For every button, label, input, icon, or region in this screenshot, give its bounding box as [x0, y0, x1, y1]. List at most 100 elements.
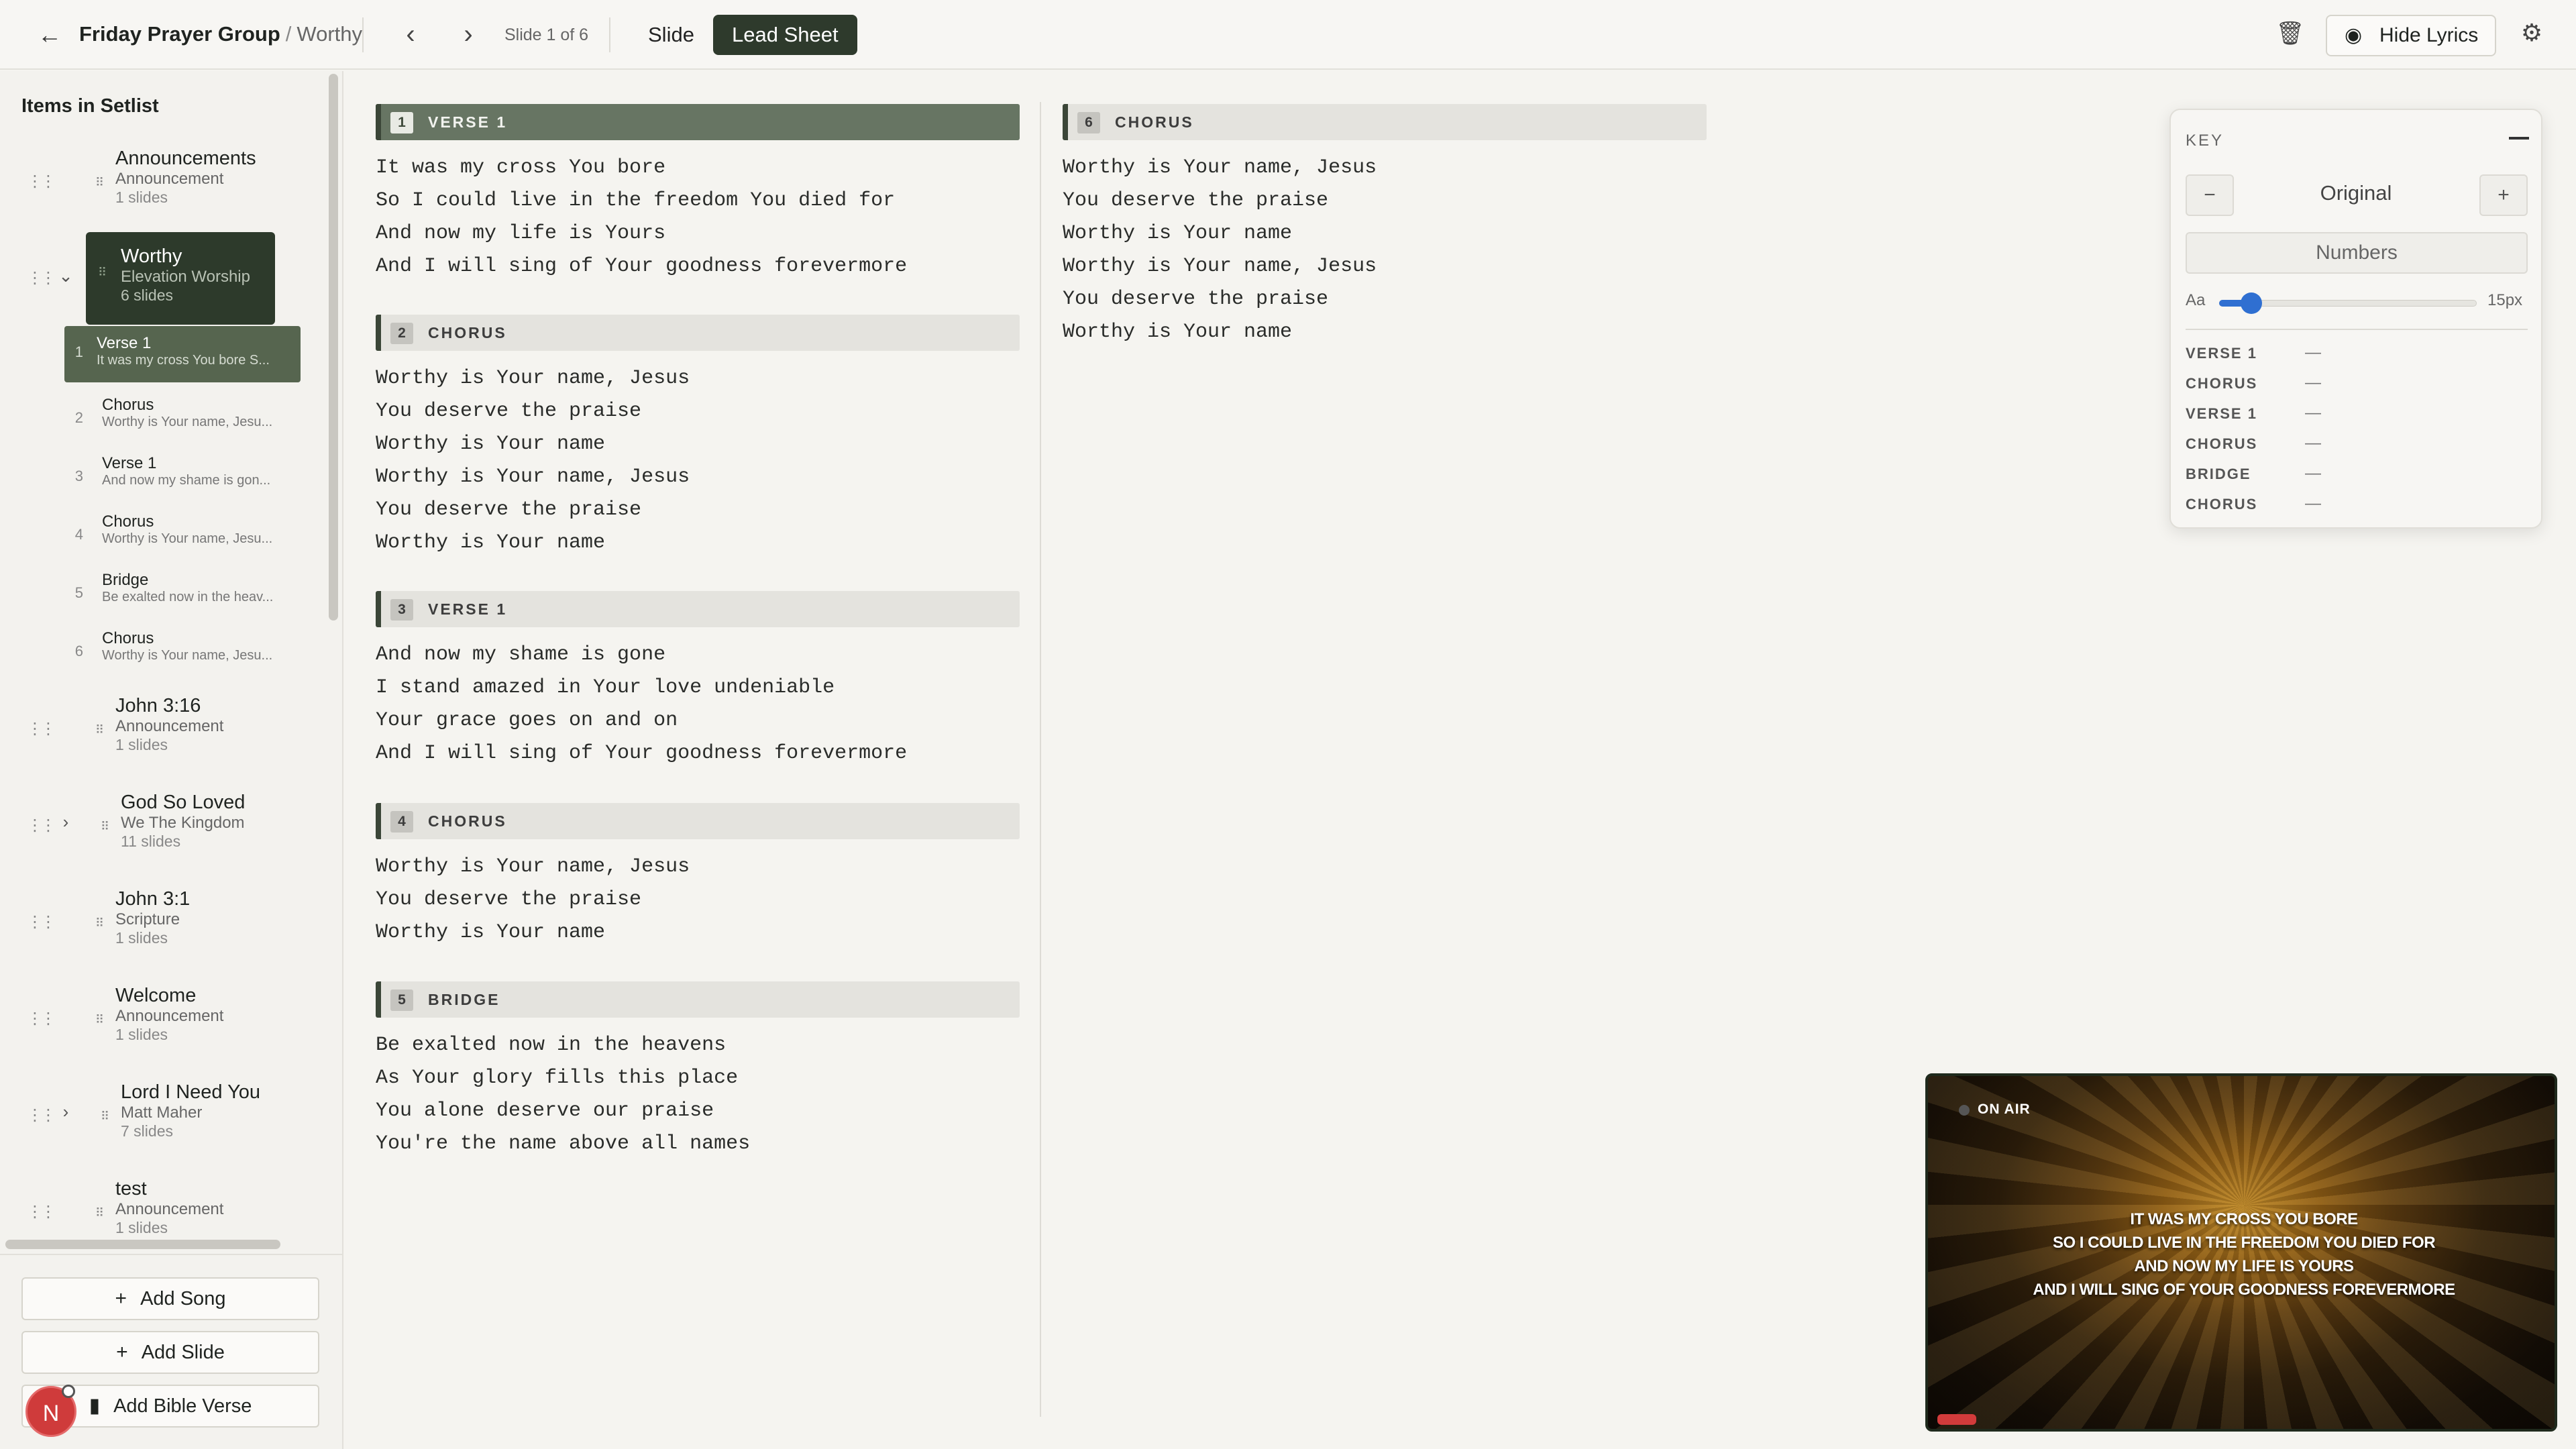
section-accent	[376, 315, 381, 351]
lyric-line: And now my life is Yours	[376, 222, 666, 245]
gear-icon[interactable]: ⚙	[2517, 19, 2546, 47]
lyric-line: Worthy is Your name, Jesus	[1063, 255, 1377, 278]
section-key-value[interactable]: —	[2305, 464, 2321, 483]
lyric-line: And I will sing of Your goodness forever…	[376, 742, 908, 765]
drag-handle-icon[interactable]: ⋮⋮	[27, 816, 56, 835]
section-label: CHORUS	[1115, 113, 1194, 131]
chevron-down-icon[interactable]: ⌄	[58, 266, 74, 286]
lyric-line: And I will sing of Your goodness forever…	[376, 255, 908, 278]
section-key-value[interactable]: —	[2305, 494, 2321, 513]
drag-handle-icon[interactable]: ⋮⋮	[27, 912, 56, 932]
setlist-item-count: 1 slides	[115, 1219, 168, 1236]
key-up-button[interactable]: +	[2479, 174, 2528, 216]
lyric-line: Worthy is Your name	[376, 531, 606, 554]
font-size-slider-thumb[interactable]	[2241, 292, 2263, 314]
section-lyrics: Be exalted now in the heavens As Your gl…	[376, 1029, 750, 1161]
lyric-line: You deserve the praise	[376, 400, 642, 423]
setlist-item[interactable]: John 3:1 Scripture 1 slides	[115, 888, 190, 947]
trash-icon[interactable]: 🗑	[2275, 20, 2305, 47]
section-key-value[interactable]: —	[2305, 343, 2321, 362]
setlist-item-title: John 3:1	[115, 888, 191, 910]
add-song-button[interactable]: + Add Song	[21, 1277, 319, 1320]
subslide-item[interactable]: 3 Verse 1 And now my shame is gon...	[70, 450, 298, 504]
drag-handle-icon[interactable]: ⋮⋮	[27, 1106, 56, 1125]
setlist-item[interactable]: Welcome Announcement 1 slides	[115, 985, 223, 1044]
key-down-button[interactable]: −	[2186, 174, 2234, 216]
setlist-item[interactable]: God So Loved We The Kingdom 11 slides	[121, 792, 245, 851]
on-air-preview[interactable]: ON AIR IT WAS MY CROSS YOU BORE SO I COU…	[1925, 1073, 2557, 1432]
section-key-label: CHORUS	[2186, 435, 2258, 452]
preview-line: SO I COULD LIVE IN THE FREEDOM YOU DIED …	[2052, 1234, 2436, 1252]
divider	[2186, 329, 2528, 330]
section-key-value[interactable]: —	[2305, 374, 2321, 392]
numbers-toggle-button[interactable]: Numbers	[2186, 232, 2528, 274]
setlist-item-clip: ⋮⋮ ⠿ test Announcement 1 slides	[0, 1177, 327, 1236]
subslide-item[interactable]: 2 Chorus Worthy is Your name, Jesu...	[70, 392, 298, 445]
plus-icon: +	[115, 1287, 127, 1309]
subslide-item[interactable]: 5 Bridge Be exalted now in the heav...	[70, 567, 298, 621]
preview-line: IT WAS MY CROSS YOU BORE	[2130, 1210, 2358, 1228]
section-key-label: CHORUS	[2186, 375, 2258, 392]
lyric-line: I stand amazed in Your love undeniable	[376, 676, 835, 699]
lyric-line: You deserve the praise	[1063, 189, 1329, 212]
section-key-label: VERSE 1	[2186, 405, 2257, 422]
chevron-right-icon[interactable]: ›	[58, 812, 74, 833]
add-slide-button[interactable]: + Add Slide	[21, 1331, 319, 1374]
key-value: Original	[2320, 181, 2392, 205]
setlist-item-subtitle: Announcement	[115, 170, 224, 188]
subslide-number: 2	[74, 409, 83, 426]
collapse-icon[interactable]	[2509, 137, 2529, 140]
chevron-right-icon[interactable]: ›	[58, 1102, 74, 1122]
subslide-name: Verse 1	[102, 454, 157, 472]
setlist-item[interactable]: Lord I Need You Matt Maher 7 slides	[121, 1081, 260, 1140]
divider	[609, 17, 610, 52]
hide-lyrics-button[interactable]: ◉ Hide Lyrics	[2326, 15, 2496, 56]
setlist-item-active[interactable]: ⠿ Worthy Elevation Worship 6 slides	[86, 232, 275, 325]
setlist-item-subtitle: Announcement	[115, 1200, 224, 1218]
setlist-item-count: 6 slides	[121, 286, 173, 304]
setlist-item-title: God So Loved	[121, 792, 246, 813]
section-header: 1 VERSE 1	[376, 104, 1020, 140]
setlist-item-title: test	[115, 1178, 147, 1199]
drag-handle-icon[interactable]: ⋮⋮	[27, 268, 56, 288]
section-label: CHORUS	[428, 324, 507, 341]
section-header: 5 BRIDGE	[376, 981, 1020, 1018]
drag-handle-icon[interactable]: ⋮⋮	[27, 719, 56, 739]
chevron-right-icon[interactable]: ›	[452, 19, 484, 51]
arrow-left-icon[interactable]: ←	[35, 20, 64, 50]
chevron-left-icon[interactable]: ‹	[394, 19, 427, 51]
subslide-preview: Worthy is Your name, Jesu...	[102, 531, 273, 546]
lyric-line: And now my shame is gone	[376, 643, 666, 666]
setlist-item-title: Welcome	[115, 985, 197, 1006]
setlist-item-count: 7 slides	[121, 1122, 173, 1140]
setlist-item[interactable]: John 3:16 Announcement 1 slides	[115, 695, 223, 754]
breadcrumb: Friday Prayer Group / Worthy	[79, 22, 362, 46]
breadcrumb-group[interactable]: Friday Prayer Group	[79, 22, 280, 46]
slide-counter: Slide 1 of 6	[504, 25, 589, 44]
mode-lead-sheet-button[interactable]: Lead Sheet	[713, 15, 857, 55]
subslide-item[interactable]: 6 Chorus Worthy is Your name, Jesu...	[70, 625, 298, 679]
drag-handle-icon[interactable]: ⋮⋮	[27, 1202, 56, 1222]
subslide-preview: It was my cross You bore S...	[97, 353, 270, 368]
setlist-item-subtitle: Elevation Worship	[121, 268, 250, 286]
drag-handle-icon[interactable]: ⋮⋮	[27, 1009, 56, 1028]
lyric-line: It was my cross You bore	[376, 156, 666, 179]
sidebar-scrollbar-horizontal[interactable]	[5, 1240, 280, 1249]
subslide-preview: Worthy is Your name, Jesu...	[102, 648, 273, 663]
section-key-value[interactable]: —	[2305, 404, 2321, 423]
mode-slide-button[interactable]: Slide	[629, 15, 713, 55]
drag-handle-icon[interactable]: ⋮⋮	[27, 172, 56, 191]
lyric-line: Your grace goes on and on	[376, 709, 678, 732]
setlist-item-title: Lord I Need You	[121, 1081, 261, 1103]
section-accent	[376, 591, 381, 627]
drag-dots-icon: ⠿	[95, 1013, 104, 1026]
add-bible-verse-label: Add Bible Verse	[113, 1395, 252, 1417]
sidebar-scrollbar-vertical[interactable]	[329, 74, 338, 621]
setlist-item[interactable]: Announcements Announcement 1 slides	[115, 148, 256, 207]
subslide-item[interactable]: 4 Chorus Worthy is Your name, Jesu...	[70, 508, 298, 562]
subslide-name: Verse 1	[97, 334, 152, 352]
section-lyrics: And now my shame is gone I stand amazed …	[376, 639, 907, 770]
subslide-item-active[interactable]: 1 Verse 1 It was my cross You bore S...	[64, 326, 301, 382]
section-key-value[interactable]: —	[2305, 434, 2321, 453]
setlist-item[interactable]: test Announcement 1 slides	[115, 1178, 223, 1236]
